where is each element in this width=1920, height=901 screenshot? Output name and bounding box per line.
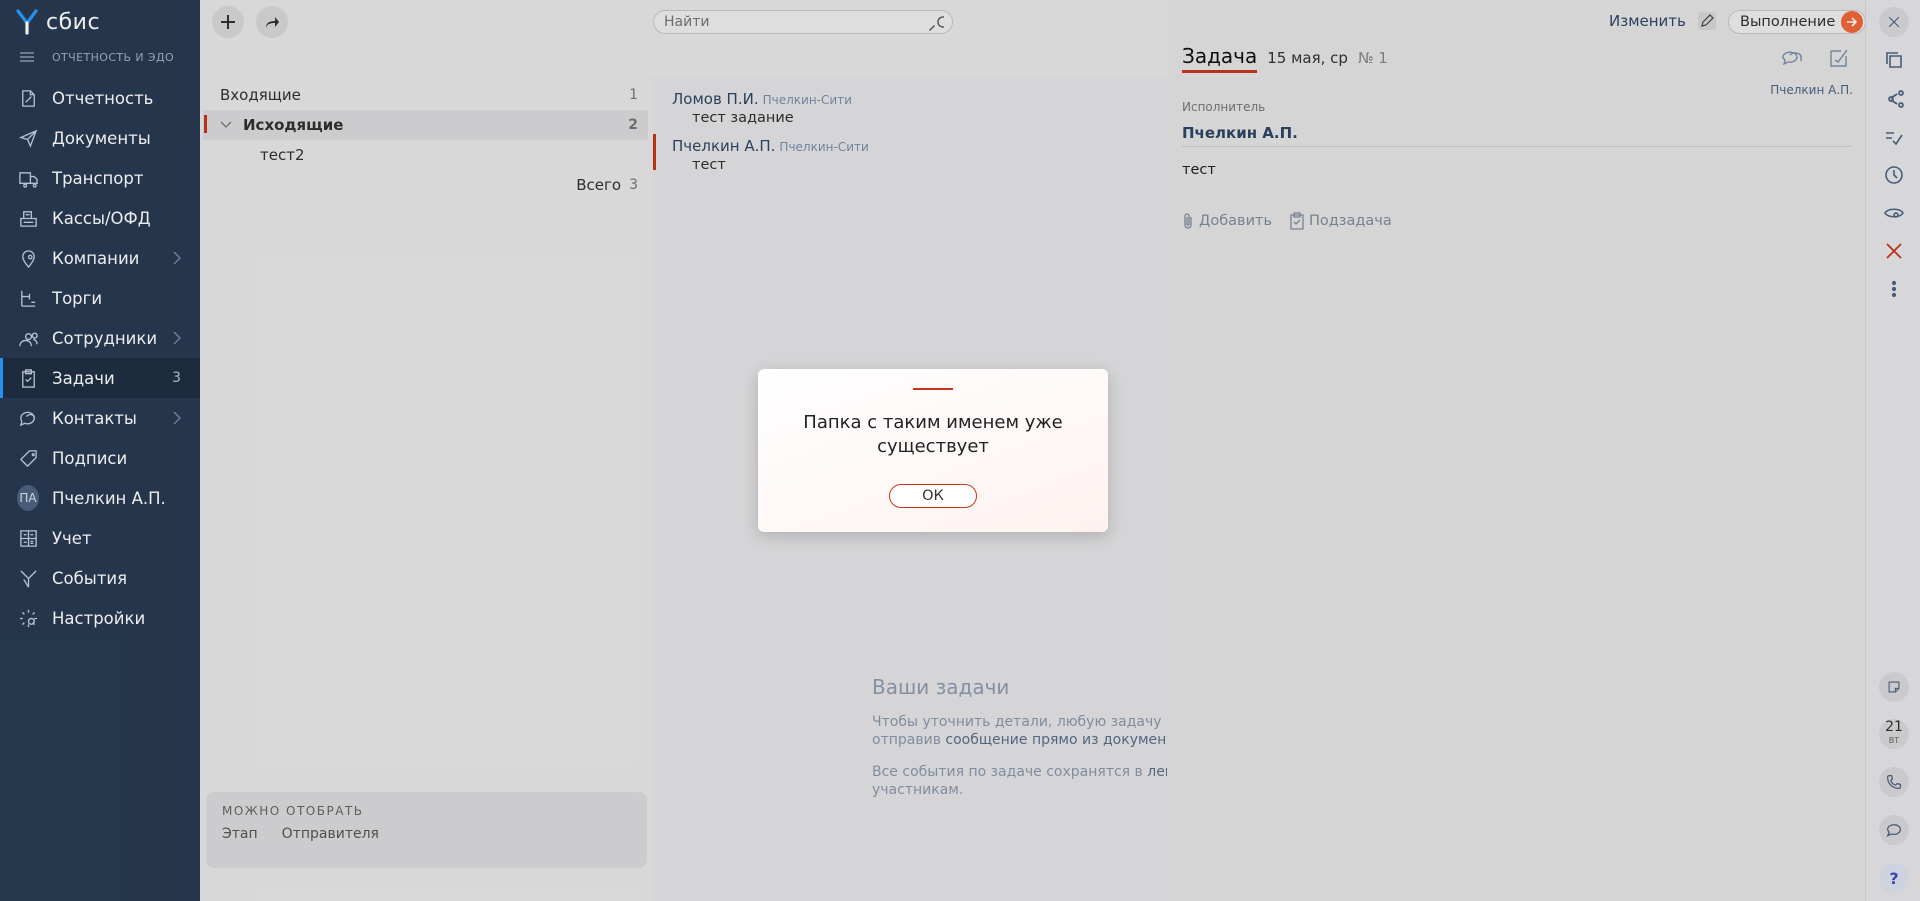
ok-button[interactable]: ОК [889, 484, 977, 508]
alert-dialog: Папка с таким именем уже существует ОК [758, 369, 1108, 532]
dialog-accent [913, 388, 953, 390]
dialog-message: Папка с таким именем уже существует [803, 412, 1063, 457]
